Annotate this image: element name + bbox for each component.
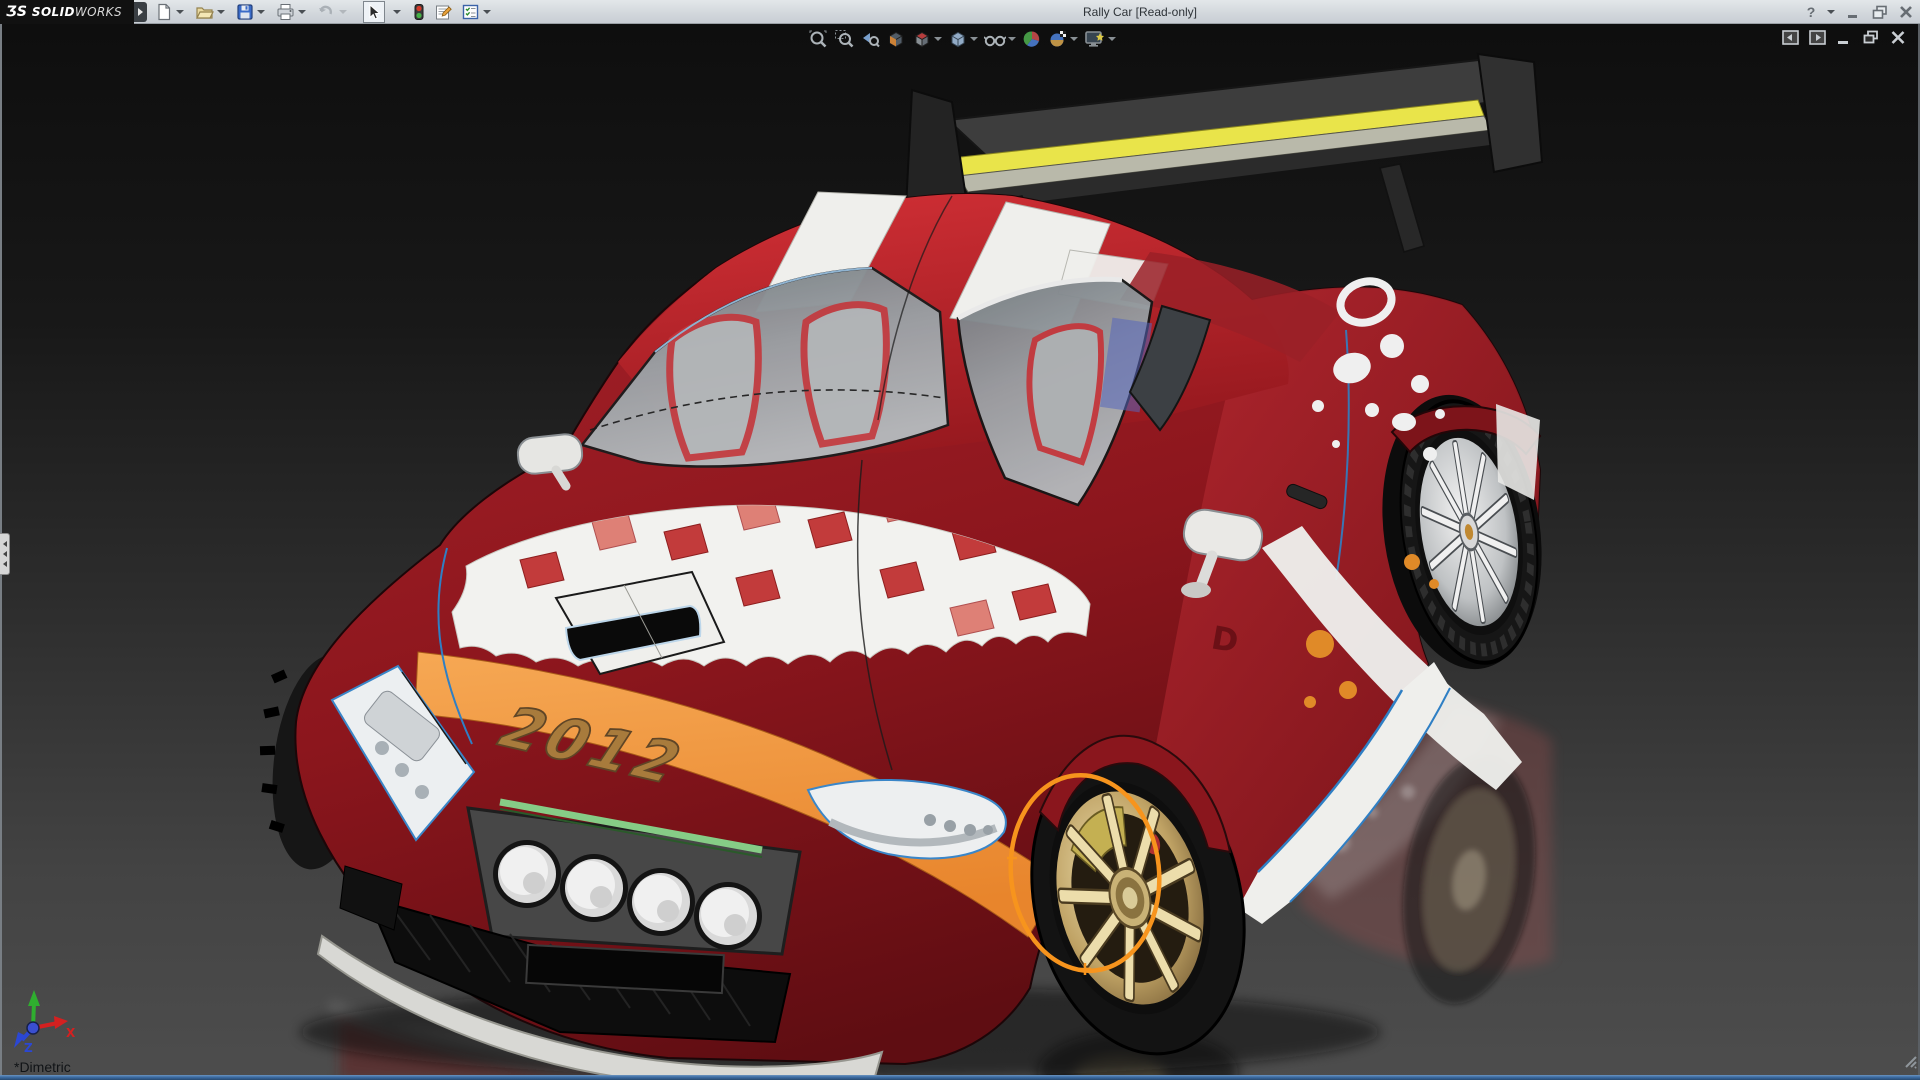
titlebar[interactable]: ƷS SOLID WORKS Rally Car [Read-only] ? — [0, 0, 1920, 24]
apply-scene-dropdown[interactable] — [1070, 37, 1078, 41]
new-document-dropdown[interactable] — [176, 10, 184, 14]
help-dropdown[interactable] — [1827, 10, 1835, 14]
zoom-to-fit-button[interactable] — [808, 29, 828, 49]
solidworks-logo: ƷS SOLID WORKS — [0, 0, 134, 24]
previous-view-button[interactable] — [860, 29, 880, 49]
file-properties-icon — [434, 3, 453, 21]
edit-appearance-icon — [1022, 29, 1042, 49]
triad-origin — [26, 1021, 40, 1035]
close-button[interactable] — [1896, 2, 1916, 22]
select-cursor-icon — [366, 3, 382, 21]
feature-manager-collapsed-tab[interactable] — [0, 533, 10, 575]
menu-expand-arrow-icon[interactable] — [134, 2, 147, 22]
display-style-dropdown[interactable] — [970, 37, 978, 41]
brand-name-bold: SOLID — [31, 5, 75, 19]
hide-show-items-dropdown[interactable] — [1008, 37, 1016, 41]
reference-triad: X Z — [14, 990, 76, 1055]
print-dropdown[interactable] — [298, 10, 306, 14]
open-folder-icon — [195, 3, 214, 21]
brand-name-regular: WORKS — [74, 5, 122, 19]
open-dropdown[interactable] — [217, 10, 225, 14]
triad-z-label: Z — [24, 1041, 33, 1055]
minimize-button[interactable] — [1844, 2, 1864, 22]
view-orientation-label: *Dimetric — [14, 1059, 71, 1075]
traffic-light-rebuild-icon — [412, 3, 426, 21]
view-settings-icon — [1084, 29, 1106, 49]
zoom-to-area-icon — [834, 29, 854, 49]
options-button[interactable] — [458, 1, 497, 23]
edit-appearance-button[interactable] — [1022, 29, 1042, 49]
view-settings-dropdown[interactable] — [1108, 37, 1116, 41]
hide-show-items-icon — [984, 29, 1006, 49]
rebuild-button[interactable] — [409, 1, 429, 23]
collapse-arrow-icon — [2, 541, 7, 547]
view-settings-button[interactable] — [1084, 29, 1116, 49]
section-view-button[interactable] — [886, 29, 906, 49]
restore-button[interactable] — [1870, 2, 1890, 22]
file-properties-button[interactable] — [431, 1, 456, 23]
zoom-to-fit-icon — [808, 29, 828, 49]
apply-scene-icon — [1048, 29, 1068, 49]
display-style-icon — [948, 29, 968, 49]
view-orientation-icon — [912, 29, 932, 49]
zoom-to-area-button[interactable] — [834, 29, 854, 49]
triad-x-label: X — [66, 1026, 76, 1040]
close-document-button[interactable] — [1890, 30, 1906, 45]
undo-dropdown — [339, 10, 347, 14]
graphics-area[interactable]: 2012 D X Z *Dimetric — [0, 24, 1920, 1080]
bottom-accent-bar — [0, 1075, 1920, 1080]
select-tool-flyout[interactable] — [387, 1, 407, 23]
select-tool-button[interactable] — [363, 1, 385, 23]
collapse-arrow-icon — [2, 561, 7, 567]
print-button[interactable] — [273, 1, 312, 23]
new-document-icon — [155, 3, 173, 21]
solidworks-window: ƷS SOLID WORKS Rally Car [Read-only] ? 2… — [0, 0, 1920, 1080]
apply-scene-button[interactable] — [1048, 29, 1078, 49]
display-style-button[interactable] — [948, 29, 978, 49]
collapse-arrow-icon — [2, 551, 7, 557]
new-document-button[interactable] — [152, 1, 190, 23]
resize-grip[interactable] — [1902, 1053, 1918, 1074]
triad-y-arrow — [28, 990, 40, 1006]
section-view-icon — [886, 29, 906, 49]
document-window-controls — [1782, 30, 1906, 45]
undo-icon — [317, 3, 336, 21]
standard-toolbar — [152, 0, 497, 24]
window-title: Rally Car [Read-only] — [1082, 5, 1198, 19]
minimize-document-button[interactable] — [1836, 30, 1852, 45]
options-dropdown[interactable] — [483, 10, 491, 14]
view-orientation-button[interactable] — [912, 29, 942, 49]
previous-view-icon — [860, 29, 880, 49]
save-floppy-icon — [236, 3, 254, 21]
show-left-pane-button[interactable] — [1782, 30, 1799, 45]
heads-up-view-toolbar — [808, 29, 1116, 49]
window-controls: ? — [1804, 0, 1916, 24]
restore-document-button[interactable] — [1862, 30, 1880, 45]
brand-mark: ƷS — [6, 4, 27, 20]
save-dropdown[interactable] — [257, 10, 265, 14]
options-icon — [461, 3, 480, 21]
print-icon — [276, 3, 295, 21]
rally-car-model[interactable]: 2012 D X Z *Dimetric — [0, 24, 1920, 1080]
undo-button[interactable] — [314, 1, 353, 23]
save-button[interactable] — [233, 1, 271, 23]
help-button[interactable]: ? — [1804, 4, 1818, 20]
show-right-pane-button[interactable] — [1809, 30, 1826, 45]
view-orientation-dropdown[interactable] — [934, 37, 942, 41]
hide-show-items-button[interactable] — [984, 29, 1016, 49]
open-button[interactable] — [192, 1, 231, 23]
